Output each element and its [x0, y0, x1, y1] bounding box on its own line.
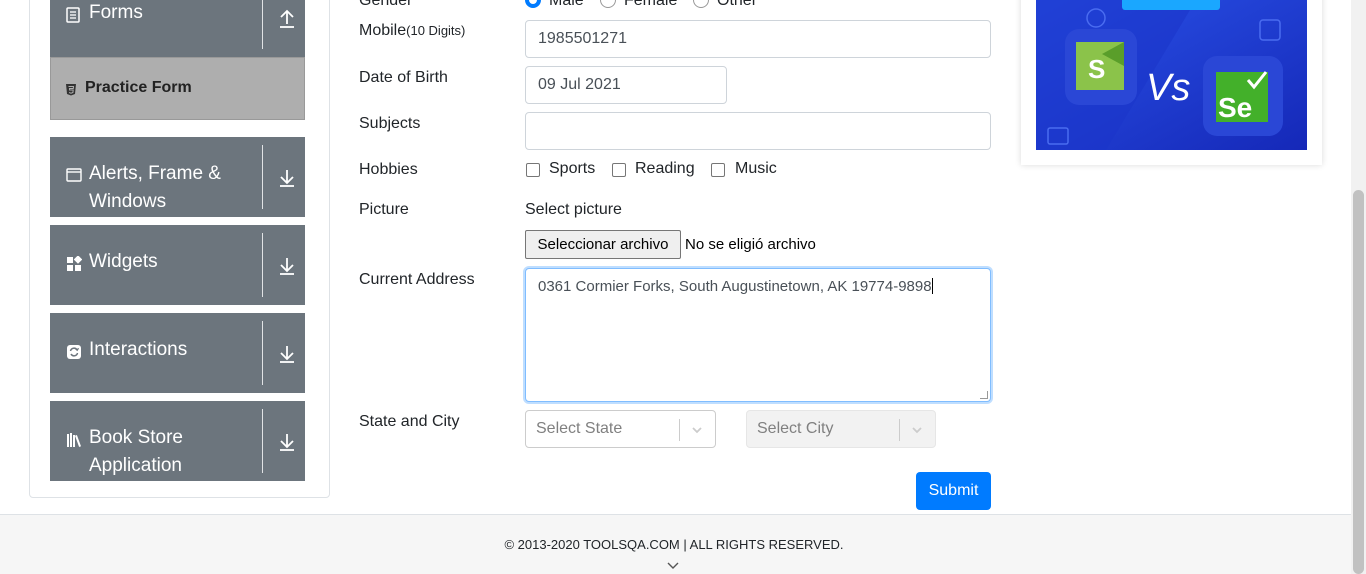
divider: [262, 145, 263, 209]
scrollbar-thumb[interactable]: [1353, 190, 1364, 574]
subjects-input[interactable]: [525, 112, 991, 150]
city-placeholder: Select City: [757, 420, 834, 437]
gender-female-label[interactable]: Female: [624, 0, 677, 10]
collapse-icon[interactable]: [278, 9, 296, 29]
chevron-down-icon[interactable]: [690, 423, 704, 437]
window-icon: [66, 168, 82, 186]
gender-other-label[interactable]: Other: [717, 0, 757, 10]
document-icon: [66, 7, 80, 27]
sidebar-group-widgets[interactable]: Widgets: [50, 225, 305, 305]
state-placeholder: Select State: [536, 420, 623, 437]
footer: © 2013-2020 TOOLSQA.COM | ALL RIGHTS RES…: [0, 514, 1352, 574]
choose-file-button[interactable]: Seleccionar archivo: [525, 230, 681, 259]
dob-input[interactable]: 09 Jul 2021: [525, 66, 727, 104]
hobby-reading-checkbox[interactable]: [612, 163, 626, 177]
sidebar-group-title: Alerts, Frame &: [89, 163, 221, 184]
gender-label: Gender: [359, 0, 413, 9]
text-caret: [931, 278, 933, 294]
mobile-label: Mobile(10 Digits): [359, 22, 465, 40]
scrollbar[interactable]: [1351, 0, 1366, 574]
sidebar-group-title: Book Store: [89, 427, 183, 448]
interactions-icon: [66, 344, 82, 364]
hobbies-label: Hobbies: [359, 161, 418, 178]
expand-icon[interactable]: [278, 168, 296, 188]
mobile-hint: (10 Digits): [406, 23, 466, 38]
hobby-music-checkbox[interactable]: [711, 163, 725, 177]
chevron-down-icon[interactable]: [910, 423, 924, 437]
html5-icon: [65, 83, 77, 99]
ad-logo-right: Se: [1218, 92, 1252, 123]
sidebar-item-practice-form[interactable]: Practice Form: [50, 57, 305, 120]
dob-label: Date of Birth: [359, 69, 448, 86]
submit-button[interactable]: Submit: [916, 472, 991, 510]
gender-male-label[interactable]: Male: [549, 0, 584, 10]
address-label: Current Address: [359, 271, 475, 288]
hobby-sports-checkbox[interactable]: [526, 163, 540, 177]
page: Forms Practice Form Alerts, Frame & Wind…: [0, 0, 1366, 574]
sidebar-group-interactions[interactable]: Interactions: [50, 313, 305, 393]
sidebar-group-alerts[interactable]: Alerts, Frame & Windows: [50, 137, 305, 217]
divider: [899, 419, 900, 441]
divider: [262, 321, 263, 385]
expand-icon[interactable]: [278, 256, 296, 276]
sidebar-group-title: Forms: [89, 2, 143, 23]
picture-label: Picture: [359, 201, 409, 218]
gender-radio-female[interactable]: [600, 0, 616, 8]
hobby-sports-label[interactable]: Sports: [549, 160, 595, 178]
file-status: No se eligió archivo: [685, 236, 816, 253]
city-select[interactable]: Select City: [746, 410, 936, 448]
subjects-label: Subjects: [359, 115, 421, 132]
sidebar-group-title-line2: Application: [89, 455, 182, 476]
sidebar-item-label: Practice Form: [85, 79, 192, 96]
copyright-text: © 2013-2020 TOOLSQA.COM | ALL RIGHTS RES…: [504, 537, 844, 552]
hobby-reading-label[interactable]: Reading: [635, 160, 695, 178]
divider: [679, 419, 680, 441]
books-icon: [66, 432, 84, 452]
divider: [262, 0, 263, 49]
gender-radio-male[interactable]: [525, 0, 541, 8]
sidebar-group-title-line2: Windows: [89, 191, 167, 212]
expand-icon[interactable]: [278, 432, 296, 452]
address-textarea[interactable]: 0361 Cormier Forks, South Augustinetown,…: [525, 268, 991, 402]
sidebar-group-book-store[interactable]: Book Store Application: [50, 401, 305, 481]
hobby-music-label[interactable]: Music: [735, 160, 777, 178]
sidebar-group-title: Interactions: [89, 339, 188, 360]
sidebar-group-title: Widgets: [89, 251, 158, 272]
select-picture-caption: Select picture: [525, 201, 622, 218]
gender-radio-other[interactable]: [693, 0, 709, 8]
state-city-label: State and City: [359, 413, 460, 430]
ad-logo-left: S: [1088, 54, 1105, 84]
divider: [262, 233, 263, 297]
divider: [262, 409, 263, 473]
mobile-input[interactable]: 1985501271: [525, 20, 991, 58]
address-value: 0361 Cormier Forks, South Augustinetown,…: [538, 278, 932, 295]
ad-banner[interactable]: S Vs Se: [1036, 0, 1307, 150]
mobile-label-text: Mobile: [359, 22, 407, 39]
expand-icon[interactable]: [278, 344, 296, 364]
ad-vs-text: Vs: [1146, 67, 1190, 109]
resize-handle[interactable]: [980, 391, 988, 399]
state-select[interactable]: Select State: [525, 410, 716, 448]
chevron-down-icon[interactable]: [666, 559, 680, 571]
widgets-icon: [66, 255, 83, 276]
sidebar-group-forms[interactable]: Forms: [50, 0, 305, 57]
